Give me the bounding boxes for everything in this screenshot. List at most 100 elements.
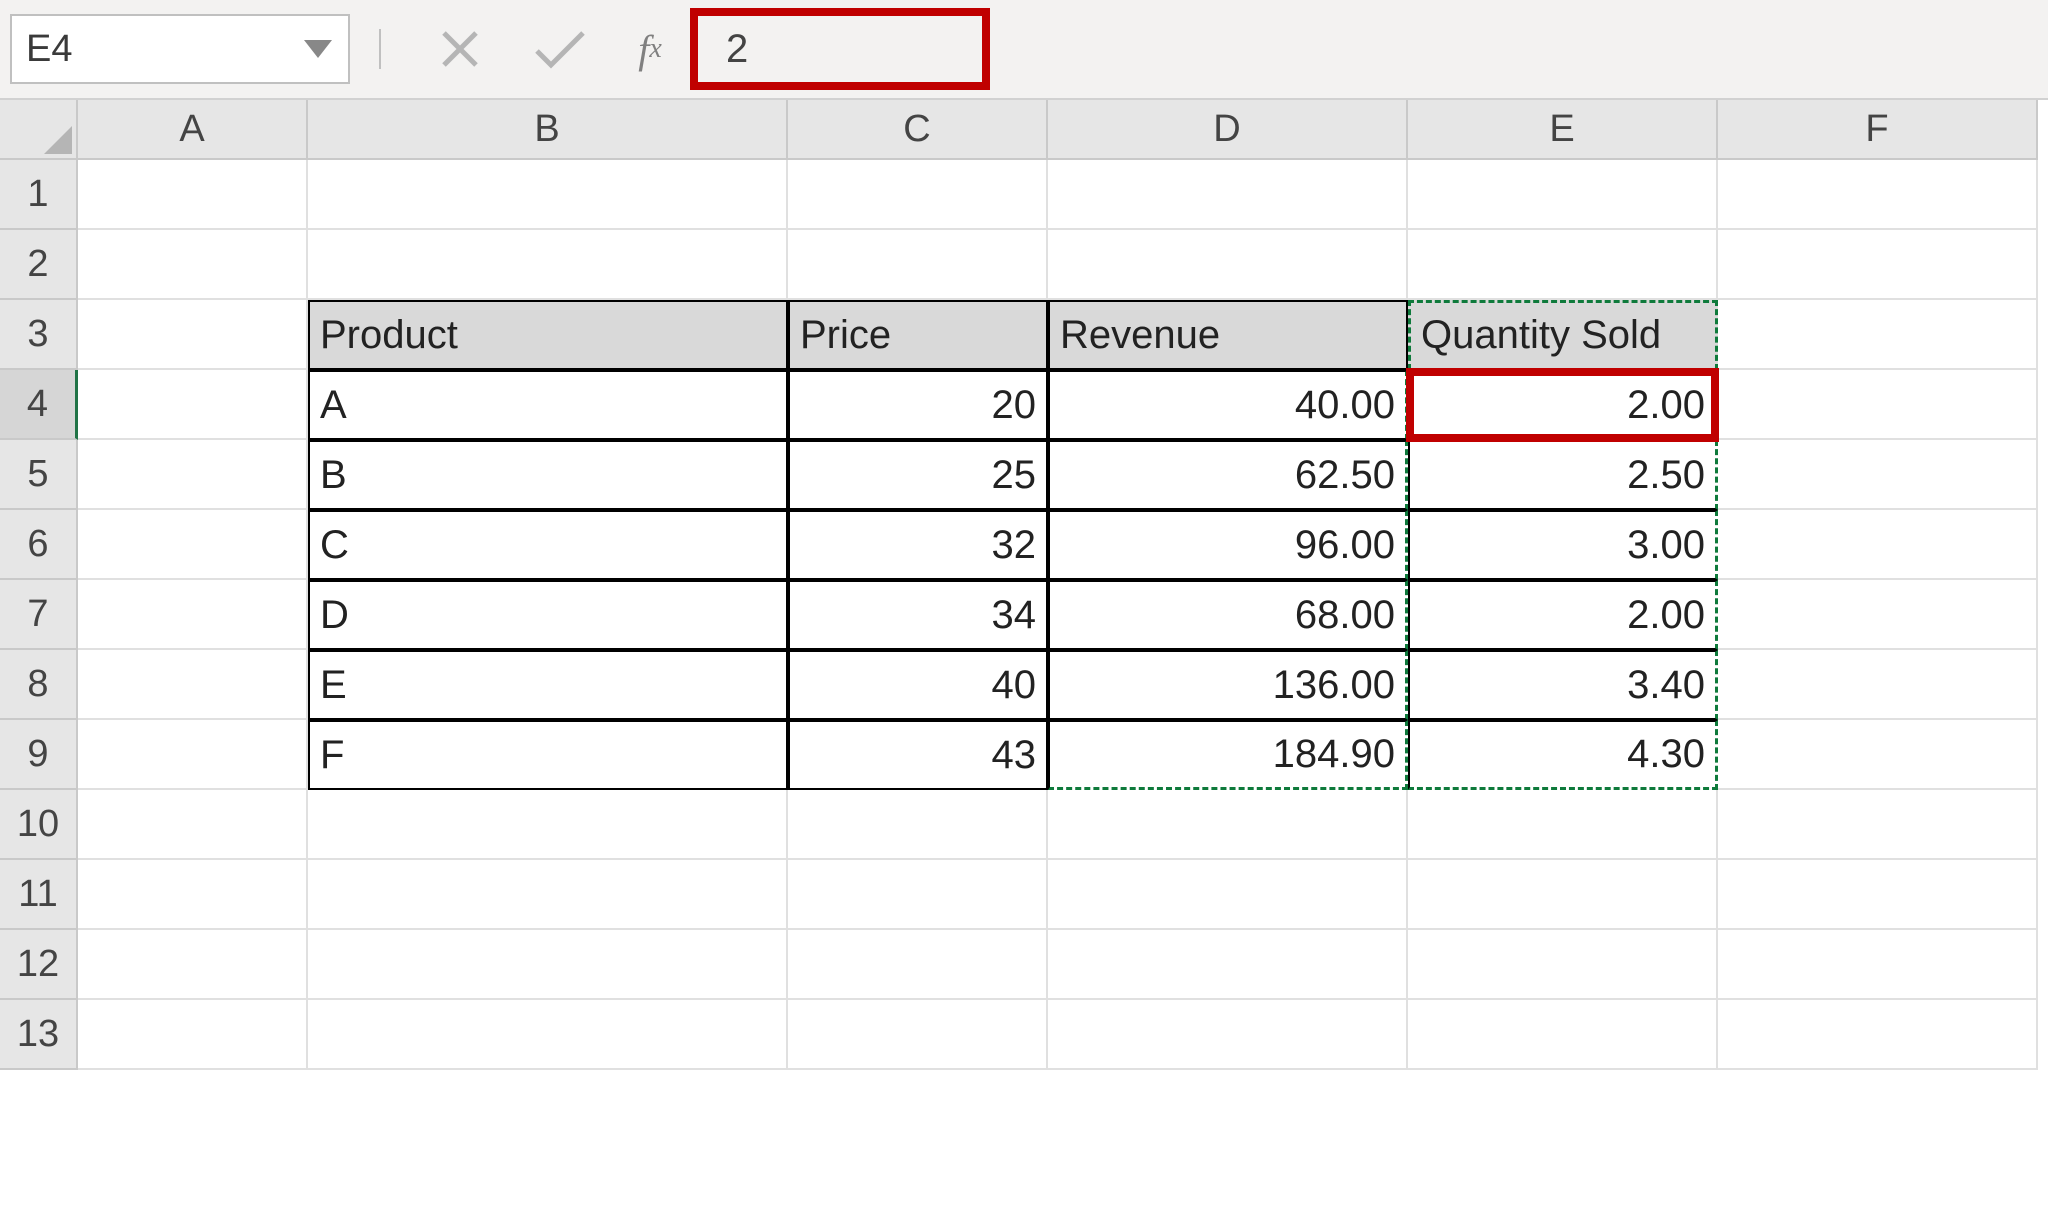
cell-A7[interactable] [78, 580, 308, 650]
select-all-corner[interactable] [0, 100, 78, 160]
cell-C7[interactable]: 34 [788, 580, 1048, 650]
cell-A11[interactable] [78, 860, 308, 930]
cell-B11[interactable] [308, 860, 788, 930]
name-box-dropdown-icon[interactable] [302, 33, 334, 65]
cell-A6[interactable] [78, 510, 308, 580]
cell-C13[interactable] [788, 1000, 1048, 1070]
cell-B7[interactable]: D [308, 580, 788, 650]
cell-D9[interactable]: 184.90 [1048, 720, 1408, 790]
cell-D1[interactable] [1048, 160, 1408, 230]
cell-A9[interactable] [78, 720, 308, 790]
cell-C11[interactable] [788, 860, 1048, 930]
cell-A2[interactable] [78, 230, 308, 300]
cell-F12[interactable] [1718, 930, 2038, 1000]
cell-E3[interactable]: Quantity Sold [1408, 300, 1718, 370]
cell-C3[interactable]: Price [788, 300, 1048, 370]
cell-B9[interactable]: F [308, 720, 788, 790]
cell-C12[interactable] [788, 930, 1048, 1000]
cell-B2[interactable] [308, 230, 788, 300]
cancel-button[interactable] [410, 0, 510, 98]
cell-E6[interactable]: 3.00 [1408, 510, 1718, 580]
row-header-12[interactable]: 12 [0, 930, 78, 1000]
cell-F13[interactable] [1718, 1000, 2038, 1070]
cell-E12[interactable] [1408, 930, 1718, 1000]
cell-D4[interactable]: 40.00 [1048, 370, 1408, 440]
cell-C4[interactable]: 20 [788, 370, 1048, 440]
cell-F3[interactable] [1718, 300, 2038, 370]
cell-B10[interactable] [308, 790, 788, 860]
cell-D6[interactable]: 96.00 [1048, 510, 1408, 580]
cell-E11[interactable] [1408, 860, 1718, 930]
cell-B12[interactable] [308, 930, 788, 1000]
row-header-11[interactable]: 11 [0, 860, 78, 930]
cell-D7[interactable]: 68.00 [1048, 580, 1408, 650]
row-header-2[interactable]: 2 [0, 230, 78, 300]
row-header-3[interactable]: 3 [0, 300, 78, 370]
cell-E7[interactable]: 2.00 [1408, 580, 1718, 650]
cell-A3[interactable] [78, 300, 308, 370]
cell-B4[interactable]: A [308, 370, 788, 440]
cell-C8[interactable]: 40 [788, 650, 1048, 720]
cell-C6[interactable]: 32 [788, 510, 1048, 580]
row-header-5[interactable]: 5 [0, 440, 78, 510]
cell-C1[interactable] [788, 160, 1048, 230]
cell-B5[interactable]: B [308, 440, 788, 510]
enter-button[interactable] [510, 0, 610, 98]
row-header-1[interactable]: 1 [0, 160, 78, 230]
cell-B13[interactable] [308, 1000, 788, 1070]
cell-A12[interactable] [78, 930, 308, 1000]
row-header-6[interactable]: 6 [0, 510, 78, 580]
col-header-A[interactable]: A [78, 100, 308, 160]
cell-B1[interactable] [308, 160, 788, 230]
cell-E9[interactable]: 4.30 [1408, 720, 1718, 790]
row-header-13[interactable]: 13 [0, 1000, 78, 1070]
cell-C10[interactable] [788, 790, 1048, 860]
row-header-10[interactable]: 10 [0, 790, 78, 860]
cell-F9[interactable] [1718, 720, 2038, 790]
cell-E5[interactable]: 2.50 [1408, 440, 1718, 510]
insert-function-button[interactable]: fx [610, 0, 690, 98]
row-header-7[interactable]: 7 [0, 580, 78, 650]
row-header-8[interactable]: 8 [0, 650, 78, 720]
cell-F10[interactable] [1718, 790, 2038, 860]
cell-F4[interactable] [1718, 370, 2038, 440]
cell-F6[interactable] [1718, 510, 2038, 580]
cell-F2[interactable] [1718, 230, 2038, 300]
cell-D5[interactable]: 62.50 [1048, 440, 1408, 510]
cell-A4[interactable] [78, 370, 308, 440]
cell-A5[interactable] [78, 440, 308, 510]
cell-A13[interactable] [78, 1000, 308, 1070]
cell-F11[interactable] [1718, 860, 2038, 930]
row-header-4[interactable]: 4 [0, 370, 78, 440]
cell-E1[interactable] [1408, 160, 1718, 230]
cell-F8[interactable] [1718, 650, 2038, 720]
cell-C2[interactable] [788, 230, 1048, 300]
col-header-D[interactable]: D [1048, 100, 1408, 160]
cell-E8[interactable]: 3.40 [1408, 650, 1718, 720]
col-header-B[interactable]: B [308, 100, 788, 160]
cell-F7[interactable] [1718, 580, 2038, 650]
cell-C9[interactable]: 43 [788, 720, 1048, 790]
cell-E4[interactable]: 2.00 [1408, 370, 1718, 440]
row-header-9[interactable]: 9 [0, 720, 78, 790]
col-header-F[interactable]: F [1718, 100, 2038, 160]
cell-D3[interactable]: Revenue [1048, 300, 1408, 370]
cell-F5[interactable] [1718, 440, 2038, 510]
cell-E2[interactable] [1408, 230, 1718, 300]
col-header-C[interactable]: C [788, 100, 1048, 160]
cell-B8[interactable]: E [308, 650, 788, 720]
cell-D12[interactable] [1048, 930, 1408, 1000]
cell-E13[interactable] [1408, 1000, 1718, 1070]
cell-D10[interactable] [1048, 790, 1408, 860]
cell-D13[interactable] [1048, 1000, 1408, 1070]
name-box[interactable]: E4 [10, 14, 350, 84]
col-header-E[interactable]: E [1408, 100, 1718, 160]
formula-input[interactable]: 2 [726, 27, 748, 72]
cell-A10[interactable] [78, 790, 308, 860]
cell-E10[interactable] [1408, 790, 1718, 860]
cell-A8[interactable] [78, 650, 308, 720]
cell-A1[interactable] [78, 160, 308, 230]
cell-C5[interactable]: 25 [788, 440, 1048, 510]
cell-F1[interactable] [1718, 160, 2038, 230]
cell-B3[interactable]: Product [308, 300, 788, 370]
